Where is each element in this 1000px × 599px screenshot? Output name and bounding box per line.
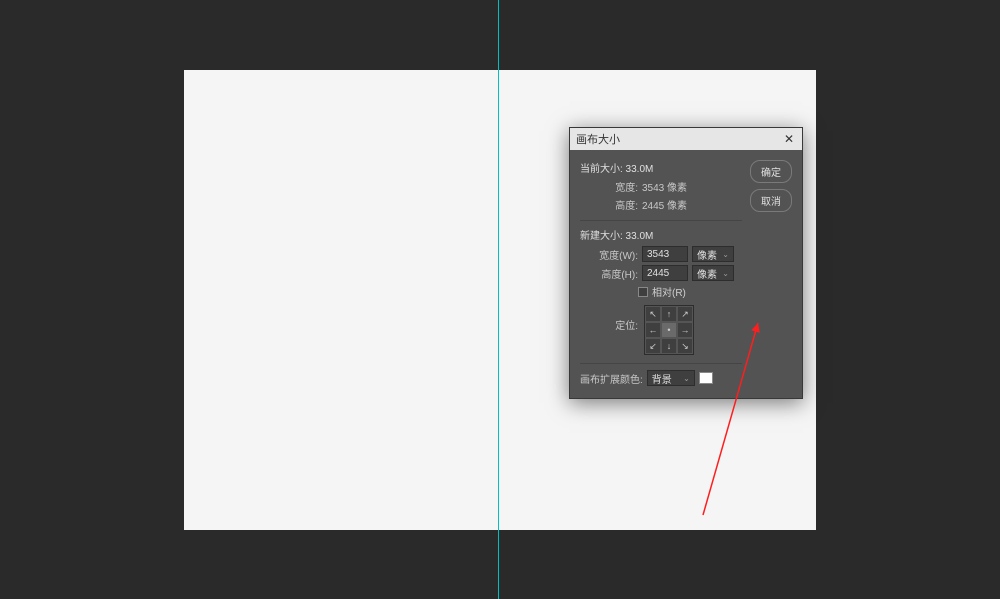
new-height-label: 高度(H):	[580, 266, 638, 281]
width-input[interactable]	[642, 246, 688, 262]
dialog-body: 当前大小: 33.0M 宽度: 3543 像素 高度: 2445 像素 新建大小…	[570, 150, 802, 398]
height-unit-value: 像素	[697, 266, 717, 281]
current-width-value: 3543 像素	[642, 179, 687, 194]
anchor-label: 定位:	[580, 305, 638, 332]
chevron-down-icon: ⌄	[722, 269, 729, 278]
chevron-down-icon: ⌄	[722, 250, 729, 259]
anchor-se[interactable]: ↘	[677, 338, 693, 354]
current-height-value: 2445 像素	[642, 197, 687, 212]
height-input[interactable]	[642, 265, 688, 281]
dialog-button-column: 确定 取消	[750, 160, 792, 386]
extension-color-select[interactable]: 背景 ⌄	[647, 370, 695, 386]
canvas-size-dialog: 画布大小 ✕ 当前大小: 33.0M 宽度: 3543 像素 高度: 2445 …	[569, 127, 803, 399]
anchor-nw[interactable]: ↖	[645, 306, 661, 322]
anchor-grid: ↖ ↑ ↗ ← • → ↙ ↓ ↘	[644, 305, 694, 355]
anchor-sw[interactable]: ↙	[645, 338, 661, 354]
relative-label: 相对(R)	[652, 284, 686, 299]
ok-button[interactable]: 确定	[750, 160, 792, 183]
dialog-titlebar[interactable]: 画布大小 ✕	[570, 128, 802, 150]
divider	[580, 363, 742, 364]
extension-color-label: 画布扩展颜色:	[580, 371, 643, 386]
width-unit-value: 像素	[697, 247, 717, 262]
vertical-guide[interactable]	[498, 0, 499, 599]
chevron-down-icon: ⌄	[683, 374, 690, 383]
height-unit-select[interactable]: 像素 ⌄	[692, 265, 734, 281]
dialog-main-column: 当前大小: 33.0M 宽度: 3543 像素 高度: 2445 像素 新建大小…	[580, 160, 742, 386]
relative-checkbox[interactable]	[638, 287, 648, 297]
current-size-section: 当前大小: 33.0M 宽度: 3543 像素 高度: 2445 像素	[580, 160, 742, 212]
extension-color-value: 背景	[652, 371, 672, 386]
anchor-e[interactable]: →	[677, 322, 693, 338]
new-size-header: 新建大小: 33.0M	[580, 227, 742, 242]
new-size-section: 新建大小: 33.0M 宽度(W): 像素 ⌄ 高度(H): 像素 ⌄	[580, 227, 742, 355]
current-size-header: 当前大小: 33.0M	[580, 160, 742, 175]
dialog-title: 画布大小	[576, 131, 620, 147]
divider	[580, 220, 742, 221]
cancel-button[interactable]: 取消	[750, 189, 792, 212]
anchor-s[interactable]: ↓	[661, 338, 677, 354]
anchor-center[interactable]: •	[661, 322, 677, 338]
current-height-label: 高度:	[580, 197, 638, 212]
extension-color-swatch[interactable]	[699, 372, 713, 384]
anchor-w[interactable]: ←	[645, 322, 661, 338]
close-icon[interactable]: ✕	[782, 132, 796, 146]
new-width-label: 宽度(W):	[580, 247, 638, 262]
extension-color-row: 画布扩展颜色: 背景 ⌄	[580, 370, 742, 386]
anchor-n[interactable]: ↑	[661, 306, 677, 322]
width-unit-select[interactable]: 像素 ⌄	[692, 246, 734, 262]
current-width-label: 宽度:	[580, 179, 638, 194]
anchor-ne[interactable]: ↗	[677, 306, 693, 322]
